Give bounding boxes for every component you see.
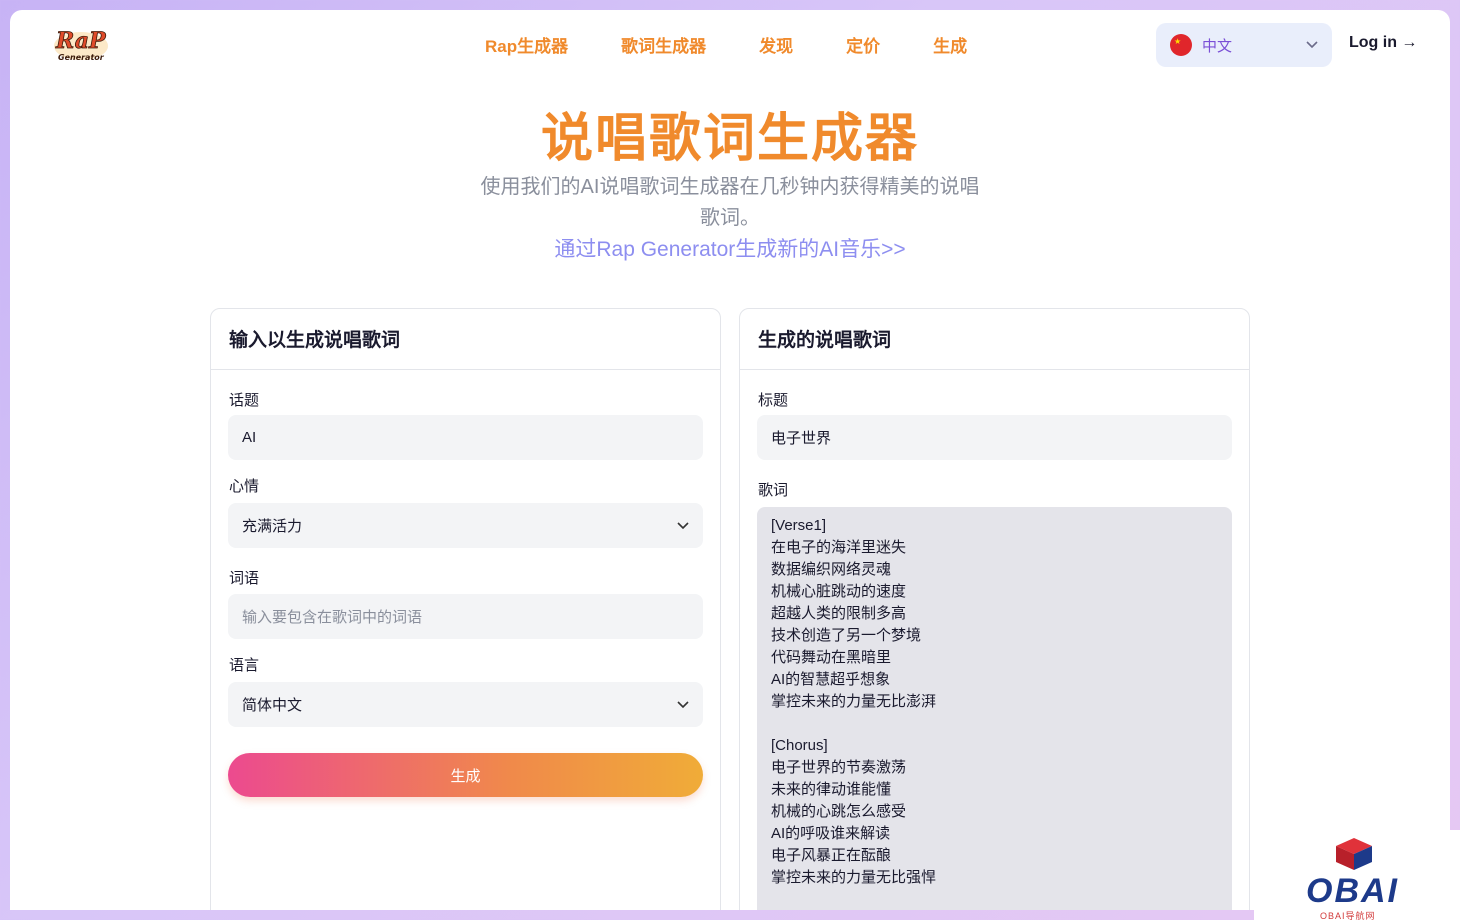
cube-logo-icon bbox=[1336, 838, 1372, 870]
input-card: 输入以生成说唱歌词 话题 AI 心情 充满活力 词语 输入要包含在歌词中的词语 … bbox=[210, 308, 721, 910]
mood-value: 充满活力 bbox=[242, 518, 303, 535]
language-select[interactable]: 中文 bbox=[1156, 23, 1332, 67]
output-card-title: 生成的说唱歌词 bbox=[740, 309, 1249, 370]
song-title-value: 电子世界 bbox=[771, 430, 832, 447]
lyrics-language-select[interactable]: 简体中文 bbox=[228, 682, 703, 727]
main-nav: Rap生成器 歌词生成器 发现 定价 生成 bbox=[485, 32, 1020, 57]
browser-window: RaP Generator Rap生成器 歌词生成器 发现 定价 生成 中文 L… bbox=[10, 10, 1450, 910]
nav-rap-generator[interactable]: Rap生成器 bbox=[485, 32, 568, 57]
lyric-line: 掌控未来的力量无比澎湃 bbox=[771, 693, 937, 710]
words-placeholder: 输入要包含在歌词中的词语 bbox=[242, 609, 423, 626]
generate-button[interactable]: 生成 bbox=[228, 753, 703, 797]
lyric-line: 技术创造了另一个梦境 bbox=[771, 627, 922, 644]
language-label: 中文 bbox=[1202, 37, 1233, 55]
lyric-line: AI的智慧超乎想象 bbox=[771, 671, 891, 688]
input-card-title: 输入以生成说唱歌词 bbox=[211, 309, 720, 370]
nav-lyrics-generator[interactable]: 歌词生成器 bbox=[621, 32, 706, 57]
lyric-line: 电子风暴正在酝酿 bbox=[771, 847, 892, 864]
lyrics-language-value: 简体中文 bbox=[242, 697, 303, 714]
lyric-line bbox=[771, 713, 1218, 735]
svg-text:RaP: RaP bbox=[55, 28, 107, 54]
lyrics-label: 歌词 bbox=[758, 482, 789, 499]
lyric-line: 在电子的海洋里迷失 bbox=[771, 539, 907, 556]
lyric-line: 超越人类的限制多高 bbox=[771, 605, 907, 622]
watermark-brand: OBAI bbox=[1306, 872, 1399, 910]
song-title-label: 标题 bbox=[758, 392, 789, 409]
page-title: 说唱歌词生成器 bbox=[540, 110, 919, 168]
lyric-line: 未来的律动谁能懂 bbox=[771, 781, 892, 798]
lyric-line: [Verse1] bbox=[771, 517, 827, 534]
rap-generator-logo[interactable]: RaP Generator bbox=[52, 24, 110, 66]
words-input[interactable]: 输入要包含在歌词中的词语 bbox=[228, 594, 703, 639]
login-link[interactable]: Log in → bbox=[1349, 34, 1417, 52]
lyric-line: 掌控未来的力量无比强悍 bbox=[771, 869, 937, 886]
words-label: 词语 bbox=[229, 570, 260, 587]
topic-input[interactable]: AI bbox=[228, 415, 703, 460]
lyric-line: 数据编织网络灵魂 bbox=[771, 561, 892, 578]
nav-generate[interactable]: 生成 bbox=[933, 32, 967, 57]
chevron-down-icon bbox=[677, 697, 689, 712]
lyrics-textarea[interactable]: [Verse1] 在电子的海洋里迷失 数据编织网络灵魂 机械心脏跳动的速度 超越… bbox=[757, 507, 1232, 910]
page-subtitle: 使用我们的AI说唱歌词生成器在几秒钟内获得精美的说唱歌词。 bbox=[480, 176, 980, 229]
nav-pricing[interactable]: 定价 bbox=[846, 32, 880, 57]
lyric-line: AI的呼吸谁来解读 bbox=[771, 825, 891, 842]
site-header: RaP Generator Rap生成器 歌词生成器 发现 定价 生成 中文 L… bbox=[10, 10, 1450, 80]
output-card: 生成的说唱歌词 标题 电子世界 歌词 [Verse1] 在电子的海洋里迷失 数据… bbox=[739, 308, 1250, 910]
topic-value: AI bbox=[242, 429, 257, 446]
lyric-line: 电子世界的节奏激荡 bbox=[771, 759, 907, 776]
chevron-down-icon bbox=[1306, 38, 1318, 52]
watermark-sub: OBAI导航网 bbox=[1320, 911, 1376, 920]
svg-text:Generator: Generator bbox=[58, 53, 105, 62]
topic-label: 话题 bbox=[229, 392, 260, 409]
rap-generator-link[interactable]: 通过Rap Generator生成新的AI音乐>> bbox=[10, 233, 1450, 263]
obai-watermark: OBAI OBAI导航网 bbox=[1254, 830, 1460, 920]
lyric-line: 机械心脏跳动的速度 bbox=[771, 583, 907, 600]
lyric-line: 机械的心跳怎么感受 bbox=[771, 803, 907, 820]
china-flag-icon bbox=[1170, 34, 1192, 56]
nav-discover[interactable]: 发现 bbox=[759, 32, 793, 57]
lyric-line: 代码舞动在黑暗里 bbox=[771, 649, 892, 666]
mood-label: 心情 bbox=[229, 478, 260, 495]
language-field-label: 语言 bbox=[229, 657, 260, 674]
mood-select[interactable]: 充满活力 bbox=[228, 503, 703, 548]
song-title-field[interactable]: 电子世界 bbox=[757, 415, 1232, 460]
chevron-down-icon bbox=[677, 518, 689, 533]
lyric-line: [Chorus] bbox=[771, 737, 828, 754]
